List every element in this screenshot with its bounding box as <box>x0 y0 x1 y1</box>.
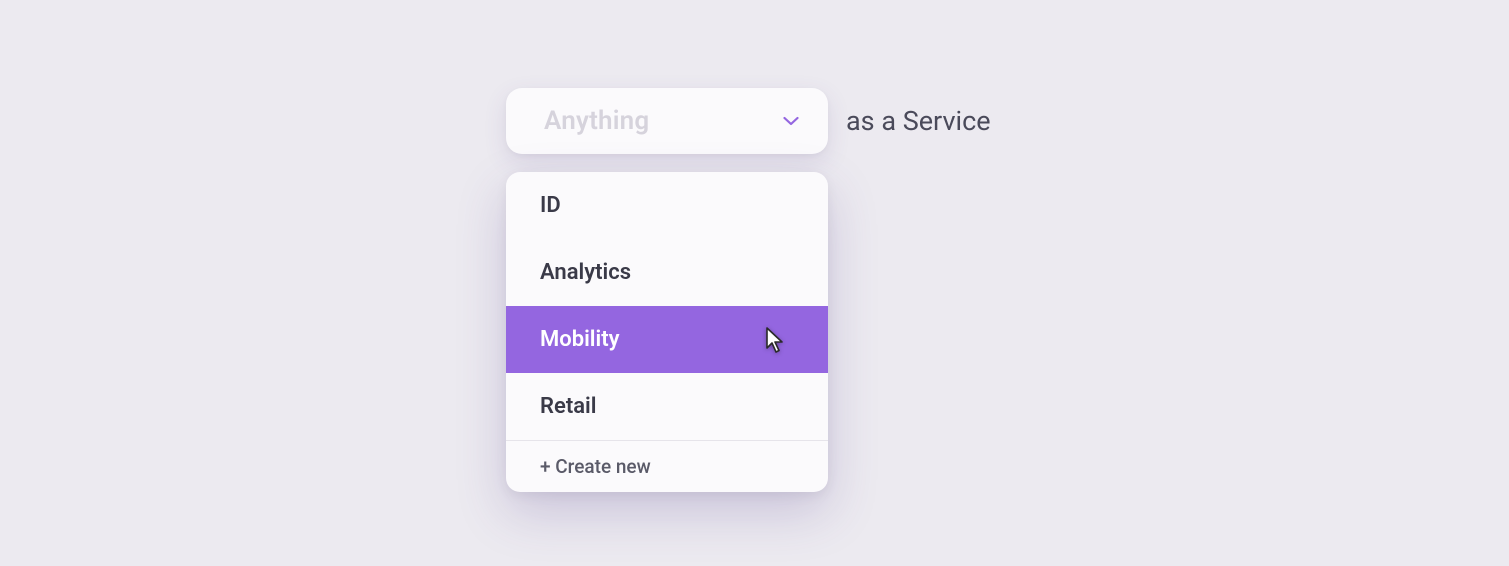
menu-item-retail[interactable]: Retail <box>506 373 828 440</box>
menu-item-label: Mobility <box>540 327 620 352</box>
menu-item-label: Retail <box>540 394 596 419</box>
chevron-down-icon <box>782 112 800 130</box>
menu-item-label: ID <box>540 193 561 218</box>
dropdown-menu: ID Analytics Mobility Retail + Create ne… <box>506 172 828 492</box>
cursor-icon <box>764 326 786 354</box>
suffix-label: as a Service <box>846 88 991 154</box>
menu-create-new[interactable]: + Create new <box>506 440 828 492</box>
menu-create-label: + Create new <box>540 455 651 478</box>
menu-item-id[interactable]: ID <box>506 172 828 239</box>
dropdown-trigger[interactable]: Anything <box>506 88 828 154</box>
menu-item-mobility[interactable]: Mobility <box>506 306 828 373</box>
dropdown-placeholder: Anything <box>544 106 649 136</box>
dropdown-wrapper: Anything ID Analytics Mobility <box>506 88 828 154</box>
menu-item-analytics[interactable]: Analytics <box>506 239 828 306</box>
menu-item-label: Analytics <box>540 260 631 285</box>
